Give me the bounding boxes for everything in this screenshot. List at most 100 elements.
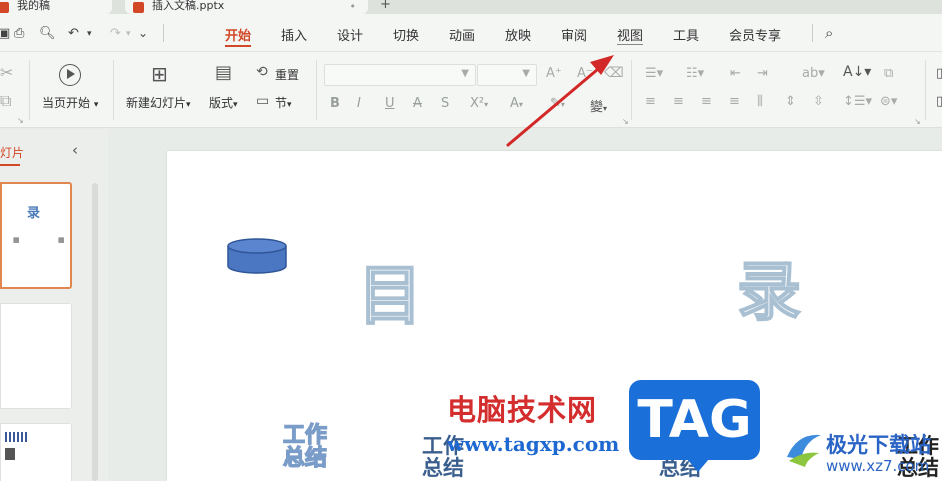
slide-thumbnail-3[interactable] [0, 423, 72, 481]
tab-slideshow[interactable]: 放映 [505, 25, 531, 44]
divider [925, 60, 926, 120]
strikethrough-icon[interactable]: A [413, 96, 422, 111]
highlight-icon[interactable]: ✎▾ [550, 96, 565, 111]
align-left-icon[interactable]: ≡ [645, 94, 656, 109]
window-tab-1[interactable]: 我的稿 [0, 0, 112, 14]
divider [113, 60, 114, 120]
cylinder-shape[interactable] [226, 237, 290, 277]
align-right-icon[interactable]: ≡ [701, 94, 712, 109]
new-slide-button[interactable]: 新建幻灯片▾ [126, 94, 191, 111]
new-tab-icon[interactable]: + [380, 0, 391, 12]
align-center-icon[interactable]: ≡ [673, 94, 684, 109]
layout-button[interactable]: 版式▾ [209, 94, 238, 111]
view-tab-hover-line [617, 44, 643, 45]
chevron-down-icon: ▼ [461, 68, 469, 79]
print-preview-icon[interactable]: 🔍︎ [39, 26, 56, 41]
tab-design[interactable]: 设计 [337, 25, 363, 44]
distribute-icon[interactable]: ⫼ [757, 94, 763, 109]
play-from-current-icon[interactable] [59, 64, 81, 86]
chevron-down-icon: ▼ [522, 68, 530, 79]
slide-thumbnail-1[interactable]: 录 ▦ ▦ [0, 182, 72, 289]
reset-icon[interactable]: ⟲ [256, 65, 268, 79]
shadow-icon[interactable]: S [441, 96, 449, 111]
decrease-font-icon[interactable]: A⁻ [577, 66, 593, 81]
underline-icon[interactable]: U [385, 96, 395, 111]
tab-dot-icon[interactable]: • [350, 0, 357, 13]
search-icon[interactable]: ⌕ [825, 24, 833, 42]
italic-icon[interactable]: I [357, 96, 361, 111]
font-color-icon[interactable]: A▾ [510, 96, 523, 111]
copy-icon[interactable]: ⧉ [0, 93, 11, 109]
slide-thumbnail-2[interactable] [0, 303, 72, 409]
tab-tools[interactable]: 工具 [673, 25, 699, 44]
divider [631, 60, 632, 120]
undo-icon[interactable]: ↶ [68, 26, 79, 41]
new-slide-label: 新建幻灯片 [126, 96, 187, 110]
tab-view[interactable]: 视图 [617, 25, 643, 44]
tab-animations[interactable]: 动画 [449, 25, 475, 44]
bold-icon[interactable]: B [330, 96, 340, 111]
font-launcher-icon[interactable]: ↘ [622, 117, 629, 126]
clipboard-launcher-icon[interactable]: ↘ [17, 116, 24, 125]
active-tab-indicator [225, 45, 251, 47]
align-top-icon[interactable]: ⇕ [785, 94, 796, 109]
panel-scrollbar[interactable] [92, 183, 98, 481]
decrease-indent-icon[interactable]: ⇤ [730, 66, 741, 81]
more-ribbon-icon[interactable]: ▯ [936, 66, 942, 81]
clear-format-icon[interactable]: ⌫ [604, 65, 624, 81]
tab-transitions[interactable]: 切换 [393, 25, 419, 44]
sort-icon[interactable]: A↓▾ [843, 64, 871, 80]
numbering-icon[interactable]: ☷▾ [686, 66, 704, 81]
print-icon[interactable]: ⎙ [14, 26, 24, 41]
font-size-combo[interactable]: ▼ [477, 64, 537, 86]
more-ribbon-icon-2[interactable]: ▯ [936, 94, 942, 109]
divider [812, 24, 813, 42]
watermark-brand2-name: 极光下载站 [826, 433, 931, 457]
tab-review[interactable]: 审阅 [561, 25, 587, 44]
slides-panel: 灯片 ‹ 录 ▦ ▦ [0, 129, 108, 481]
increase-font-icon[interactable]: A⁺ [546, 66, 562, 81]
paragraph-launcher-icon[interactable]: ↘ [914, 117, 921, 126]
tab-insert[interactable]: 插入 [281, 25, 307, 44]
convert-smartart-icon[interactable]: ⧉ [884, 66, 893, 81]
superscript-icon[interactable]: X²▾ [470, 96, 488, 111]
watermark-site-name: 电脑技术网 [447, 393, 598, 427]
collapse-panel-icon[interactable]: ‹ [72, 141, 78, 159]
slides-panel-indicator [0, 164, 20, 166]
tab-member[interactable]: 会员专享 [729, 25, 781, 44]
slide-title-char-1: 目 [357, 259, 424, 335]
watermark-site-url: www.tagxp.com [447, 432, 620, 456]
redo-icon[interactable]: ↷ [110, 26, 121, 41]
font-name-combo[interactable]: ▼ [324, 64, 476, 86]
redo-dropdown-icon[interactable]: ▾ [126, 29, 131, 39]
new-slide-icon[interactable]: ⊞ [151, 64, 168, 84]
agenda-item-line1: 工作 [282, 423, 328, 448]
pptx-file-icon [0, 2, 9, 13]
increase-indent-icon[interactable]: ⇥ [757, 66, 768, 81]
more-quick-access-icon[interactable]: ⌄ [138, 26, 148, 40]
divider [163, 24, 164, 42]
layout-icon[interactable]: ▤ [215, 64, 232, 82]
section-icon[interactable]: ▭ [256, 94, 269, 108]
play-from-current-label: 当页开始 [42, 96, 91, 110]
text-direction-icon[interactable]: ab▾ [802, 66, 825, 81]
window-tab-2[interactable]: 插入文稿.pptx • [125, 0, 368, 14]
section-button[interactable]: 节▾ [275, 94, 292, 111]
window-tab-2-label: 插入文稿.pptx [152, 0, 225, 12]
cut-icon[interactable]: ✂ [0, 65, 13, 81]
bullets-icon[interactable]: ☰▾ [645, 66, 663, 81]
play-from-current-button[interactable]: 当页开始 ▾ [42, 94, 98, 111]
thumb-table-image [5, 432, 27, 442]
line-spacing-icon[interactable]: ↕☰▾ [843, 94, 872, 109]
tab-home[interactable]: 开始 [225, 25, 251, 44]
align-middle-icon[interactable]: ⇳ [813, 94, 824, 109]
justify-icon[interactable]: ≡ [729, 94, 740, 109]
slides-panel-label: 灯片 [0, 146, 25, 160]
char-spacing-icon[interactable]: 變▾ [590, 96, 607, 115]
reset-button[interactable]: 重置 [275, 66, 299, 83]
agenda-item-1: 工作 总结 [282, 423, 328, 471]
undo-dropdown-icon[interactable]: ▾ [87, 29, 92, 39]
tag-logo: TAG [629, 380, 760, 472]
save-icon[interactable]: ▣ [0, 26, 10, 41]
para-spacing-icon[interactable]: ⊜▾ [880, 94, 897, 109]
